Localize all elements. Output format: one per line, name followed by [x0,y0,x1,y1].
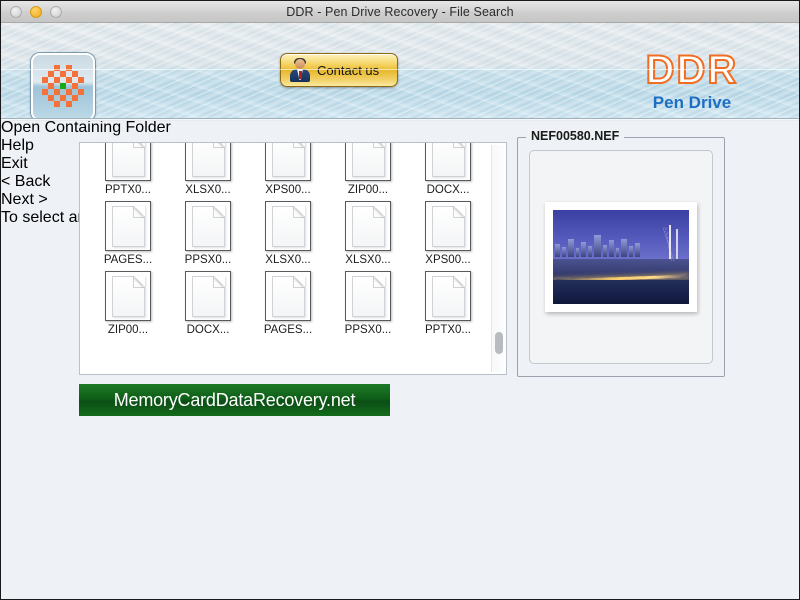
file-item[interactable]: DOCX... [168,271,248,337]
document-file-icon [185,142,231,181]
file-item-label: XLSX0... [248,254,328,267]
file-item-label: XLSX0... [328,254,408,267]
document-file-icon [105,142,151,181]
document-file-icon [185,271,231,321]
file-item-label: XLSX0... [168,184,248,197]
website-banner-label: MemoryCardDataRecovery.net [114,390,356,411]
file-item[interactable]: PPTX0... [88,142,168,197]
checker-pattern-icon [42,65,84,109]
file-item[interactable]: PPTX0... [408,271,488,337]
document-file-icon [265,142,311,181]
document-file-icon [265,271,311,321]
contact-us-label: Contact us [317,63,379,78]
person-icon [288,58,312,82]
brand-logo: DDR Pen Drive [617,49,767,113]
title-bar: DDR - Pen Drive Recovery - File Search [1,1,799,23]
file-item[interactable]: ZIP00... [88,271,168,337]
file-item[interactable]: XPS00... [248,142,328,197]
exit-label: Exit [1,155,28,172]
file-item[interactable]: PAGES... [88,201,168,267]
window-title: DDR - Pen Drive Recovery - File Search [1,5,799,19]
file-item-label: ZIP00... [328,184,408,197]
file-item-label: DOCX... [408,184,488,197]
skyline [555,233,639,257]
document-file-icon [345,142,391,181]
file-item[interactable]: PAGES... [248,271,328,337]
document-file-icon [425,142,471,181]
close-icon[interactable] [10,6,22,18]
main-content: PPTX0...XLSX0...XPS00...ZIP00...DOCX...P… [1,119,799,599]
open-containing-folder-button[interactable]: Open Containing Folder [1,119,799,137]
document-file-icon [345,271,391,321]
document-file-icon [185,201,231,251]
preview-file-name: NEF00580.NEF [526,129,624,143]
file-item-label: PPSX0... [168,254,248,267]
minimize-icon[interactable] [30,6,42,18]
preview-photo-frame [545,202,697,312]
brand-title: DDR [617,49,767,91]
file-grid: PPTX0...XLSX0...XPS00...ZIP00...DOCX...P… [80,142,490,341]
document-file-icon [265,201,311,251]
window-controls [1,6,62,18]
preview-photo [553,210,689,304]
file-item[interactable]: PPSX0... [168,201,248,267]
document-file-icon [425,271,471,321]
next-label: Next > [1,191,48,208]
file-item-label: DOCX... [168,324,248,337]
zoom-icon[interactable] [50,6,62,18]
file-list-panel[interactable]: PPTX0...XLSX0...XPS00...ZIP00...DOCX...P… [79,142,507,375]
website-banner: MemoryCardDataRecovery.net [79,384,390,416]
open-containing-folder-label: Open Containing Folder [1,119,171,136]
file-item[interactable]: ZIP00... [328,142,408,197]
scrollbar-thumb[interactable] [495,332,503,354]
document-file-icon [105,201,151,251]
file-item[interactable]: PPSX0... [328,271,408,337]
file-item[interactable]: XLSX0... [328,201,408,267]
header-banner: Contact us DDR Pen Drive [1,23,799,119]
file-item-label: XPS00... [248,184,328,197]
ddr-app-icon [31,53,95,119]
file-item-label: PAGES... [248,324,328,337]
document-file-icon [105,271,151,321]
back-label: < Back [1,173,50,190]
document-file-icon [345,201,391,251]
preview-area [529,150,713,364]
file-item-label: XPS00... [408,254,488,267]
file-list-scrollbar[interactable] [491,145,504,372]
help-label: Help [1,137,34,154]
file-item[interactable]: XLSX0... [168,142,248,197]
brand-subtitle: Pen Drive [617,93,767,113]
file-item[interactable]: DOCX... [408,142,488,197]
file-item[interactable]: XLSX0... [248,201,328,267]
file-item-label: PPTX0... [88,184,168,197]
document-file-icon [425,201,471,251]
file-item-label: ZIP00... [88,324,168,337]
file-item[interactable]: XPS00... [408,201,488,267]
contact-us-button[interactable]: Contact us [280,53,398,87]
file-item-label: PPSX0... [328,324,408,337]
application-window: DDR - Pen Drive Recovery - File Search C… [0,0,800,600]
file-item-label: PPTX0... [408,324,488,337]
preview-group-box: NEF00580.NEF [517,137,725,377]
file-item-label: PAGES... [88,254,168,267]
